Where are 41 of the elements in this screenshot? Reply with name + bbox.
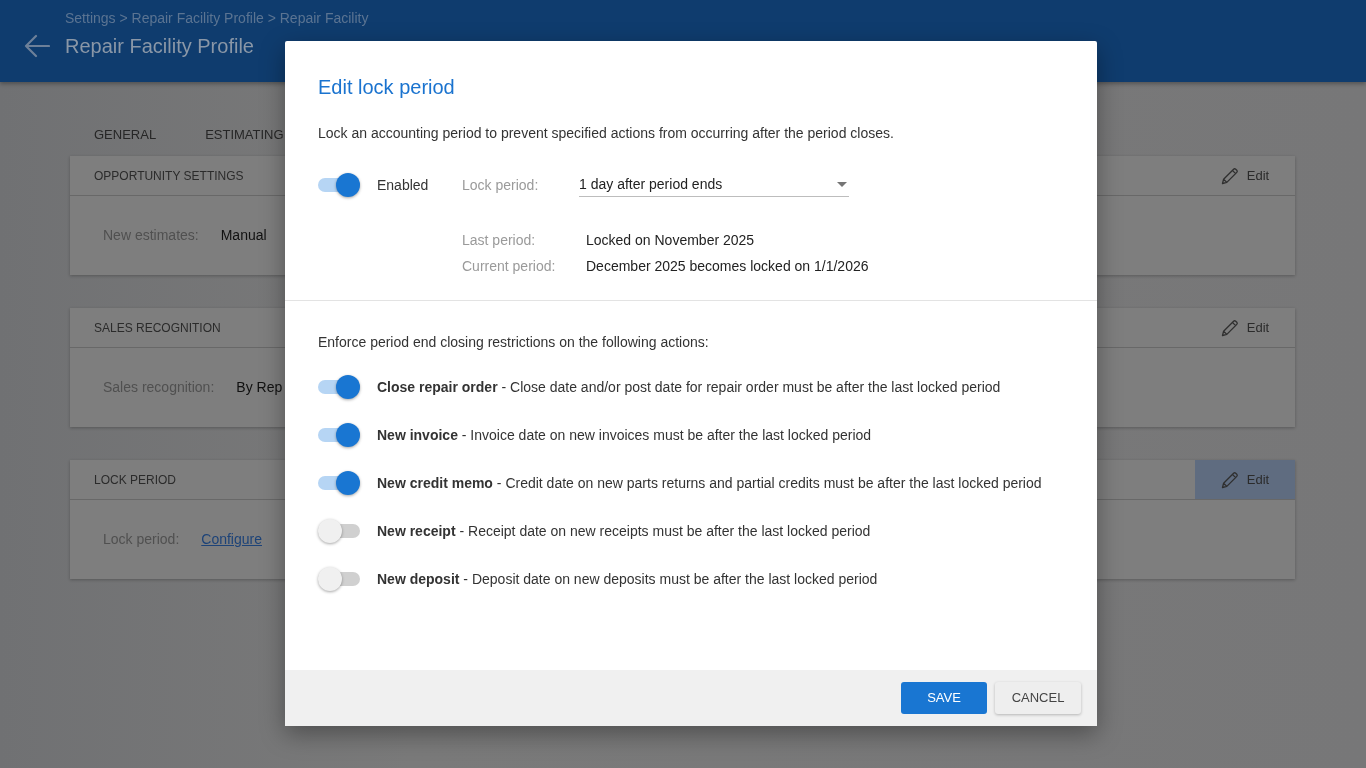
back-arrow-icon[interactable] [24, 34, 50, 58]
page-title: Repair Facility Profile [65, 34, 254, 59]
card-title: LOCK PERIOD [94, 471, 177, 489]
lock-period-select[interactable]: 1 day after period ends [579, 173, 849, 197]
restrictions-heading: Enforce period end closing restrictions on the following actions: [318, 333, 710, 352]
section-tab[interactable]: ESTIMATING [205, 125, 284, 145]
pencil-icon [1220, 470, 1239, 489]
field-value: Manual [220, 226, 267, 245]
period-value: December 2025 becomes locked on 1/1/2026 [586, 257, 869, 276]
toggle-switch[interactable] [318, 173, 360, 197]
lock-period-label: Lock period: [462, 175, 540, 195]
restriction-text: New receipt - Receipt date on new receipts must be after the last locked period [377, 522, 871, 541]
caret-icon [837, 182, 847, 187]
restriction-text: New credit memo - Credit date on new parts returns and partial credits must be after the last locked period [377, 474, 1042, 493]
pencil-icon [1220, 166, 1239, 185]
restriction-text: New invoice - Invoice date on new invoices must be after the last locked period [377, 426, 872, 445]
breadcrumb: Settings > Repair Facility Profile > Repair Facility [65, 9, 369, 28]
edit-button[interactable]: Edit [1195, 156, 1295, 195]
edit-button[interactable]: Edit [1195, 460, 1295, 499]
toggle-switch[interactable] [318, 567, 360, 591]
period-value: Locked on November 2025 [586, 231, 755, 250]
enabled-label: Enabled [377, 175, 429, 195]
field-value: By Rep [236, 378, 283, 397]
card-title: OPPORTUNITY SETTINGS [94, 167, 244, 185]
edit-button[interactable]: Edit [1195, 308, 1295, 347]
toggle-switch[interactable] [318, 471, 360, 495]
restriction-text: New deposit - Deposit date on new deposits must be after the last locked period [377, 570, 878, 589]
period-label: Current period: [462, 257, 557, 276]
save-button[interactable]: SAVE [901, 682, 987, 714]
toggle-switch[interactable] [318, 423, 360, 447]
toggle-switch[interactable] [318, 519, 360, 543]
cancel-button[interactable]: CANCEL [995, 682, 1081, 714]
dialog-description: Lock an accounting period to prevent specified actions from occurring after the period closes. [318, 124, 895, 143]
dialog-title: Edit lock period [318, 75, 456, 100]
section-tab[interactable]: GENERAL [94, 125, 157, 145]
restriction-text: Close repair order - Close date and/or post date for repair order must be after the last locked period [377, 378, 1001, 397]
card-title: SALES RECOGNITION [94, 319, 221, 337]
configure-link[interactable]: Configure [201, 529, 262, 550]
toggle-switch[interactable] [318, 375, 360, 399]
pencil-icon [1220, 318, 1239, 337]
period-label: Last period: [462, 231, 537, 250]
